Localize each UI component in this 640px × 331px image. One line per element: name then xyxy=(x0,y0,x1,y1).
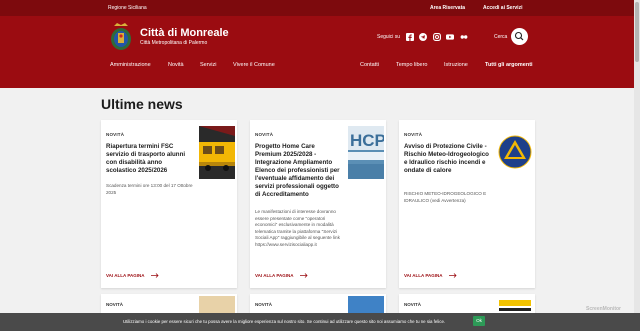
read-more-label: VAI ALLA PAGINA xyxy=(106,273,145,278)
protezione-civile-logo-icon xyxy=(497,126,533,179)
flickr-icon[interactable] xyxy=(460,33,468,41)
card-category: NOVITÀ xyxy=(255,132,274,137)
region-link[interactable]: Regione Siciliana xyxy=(108,5,147,11)
nav-vivere-il-comune[interactable]: Vivere il Comune xyxy=(233,62,275,68)
card-title[interactable]: Riapertura termini FSC servizio di trasp… xyxy=(106,143,194,175)
card-category: NOVITÀ xyxy=(106,302,124,307)
card-excerpt: Scadenza termini ore 13:00 del 17 Ottobr… xyxy=(106,183,193,195)
nav-servizi[interactable]: Servizi xyxy=(200,62,217,68)
read-more-link[interactable]: VAI ALLA PAGINA xyxy=(255,273,308,278)
telegram-icon[interactable] xyxy=(419,33,427,41)
social-label: Seguici su xyxy=(377,34,401,40)
page-title: Ultime news xyxy=(101,96,183,112)
top-utility-bar: Regione Siciliana Area Riservata Accedi … xyxy=(0,0,640,16)
nav-istruzione[interactable]: Istruzione xyxy=(444,62,468,68)
cookie-message: Utilizziamo i cookie per essere sicuri c… xyxy=(123,319,446,324)
arrow-right-icon xyxy=(448,273,457,278)
card-image-school-bus xyxy=(199,126,235,179)
card-excerpt: RISCHIO METEO-IDROGEOLOGICO E IDRAULICO … xyxy=(404,191,487,203)
svg-text:HCP: HCP xyxy=(350,131,384,150)
read-more-link[interactable]: VAI ALLA PAGINA xyxy=(404,273,457,278)
search-label: Cerca xyxy=(494,34,508,40)
page-scrollbar[interactable] xyxy=(634,0,640,313)
card-category: NOVITÀ xyxy=(404,302,422,307)
facebook-icon[interactable] xyxy=(406,33,414,41)
news-card[interactable]: NOVITÀ Avviso di Protezione Civile - Ris… xyxy=(399,120,535,288)
read-more-link[interactable]: VAI ALLA PAGINA xyxy=(106,273,159,278)
card-category: NOVITÀ xyxy=(404,132,423,137)
arrow-right-icon xyxy=(299,273,308,278)
search-button[interactable] xyxy=(511,28,528,45)
site-title[interactable]: Città di Monreale xyxy=(140,27,229,39)
nav-tutti-gli-argomenti[interactable]: Tutti gli argomenti xyxy=(485,62,533,68)
services-login-link[interactable]: Accedi ai Servizi xyxy=(483,5,522,11)
nav-contatti[interactable]: Contatti xyxy=(360,62,379,68)
instagram-icon[interactable] xyxy=(433,33,441,41)
search-icon xyxy=(514,31,524,41)
card-excerpt: Le manifestazioni di interesse dovranno … xyxy=(255,209,340,247)
nav-amministrazione[interactable]: Amministrazione xyxy=(110,62,151,68)
cookie-accept-button[interactable]: Ok xyxy=(473,316,485,326)
nav-novita[interactable]: Novità xyxy=(168,62,184,68)
card-category: NOVITÀ xyxy=(106,132,125,137)
site-subtitle: Città Metropolitana di Palermo xyxy=(140,40,208,46)
youtube-icon[interactable] xyxy=(446,33,454,41)
city-crest-icon[interactable] xyxy=(108,22,134,52)
cookie-banner: Utilizziamo i cookie per essere sicuri c… xyxy=(0,313,640,331)
card-title[interactable]: Avviso di Protezione Civile - Rischio Me… xyxy=(404,143,492,175)
reserved-area-link[interactable]: Area Riservata xyxy=(430,5,465,11)
news-card[interactable]: NOVITÀ Progetto Home Care Premium 2025/2… xyxy=(250,120,386,288)
card-title[interactable]: Progetto Home Care Premium 2025/2028 - I… xyxy=(255,143,343,199)
news-card[interactable]: NOVITÀ Riapertura termini FSC servizio d… xyxy=(101,120,237,288)
screen-monitor-badge: ScreenMonitor xyxy=(586,306,622,312)
scrollbar-thumb[interactable] xyxy=(635,2,639,62)
card-category: NOVITÀ xyxy=(255,302,273,307)
card-image-home-care-logo: HCP xyxy=(348,126,384,179)
read-more-label: VAI ALLA PAGINA xyxy=(255,273,294,278)
read-more-label: VAI ALLA PAGINA xyxy=(404,273,443,278)
arrow-right-icon xyxy=(150,273,159,278)
site-header: Città di Monreale Città Metropolitana di… xyxy=(0,16,640,88)
nav-tempo-libero[interactable]: Tempo libero xyxy=(396,62,428,68)
